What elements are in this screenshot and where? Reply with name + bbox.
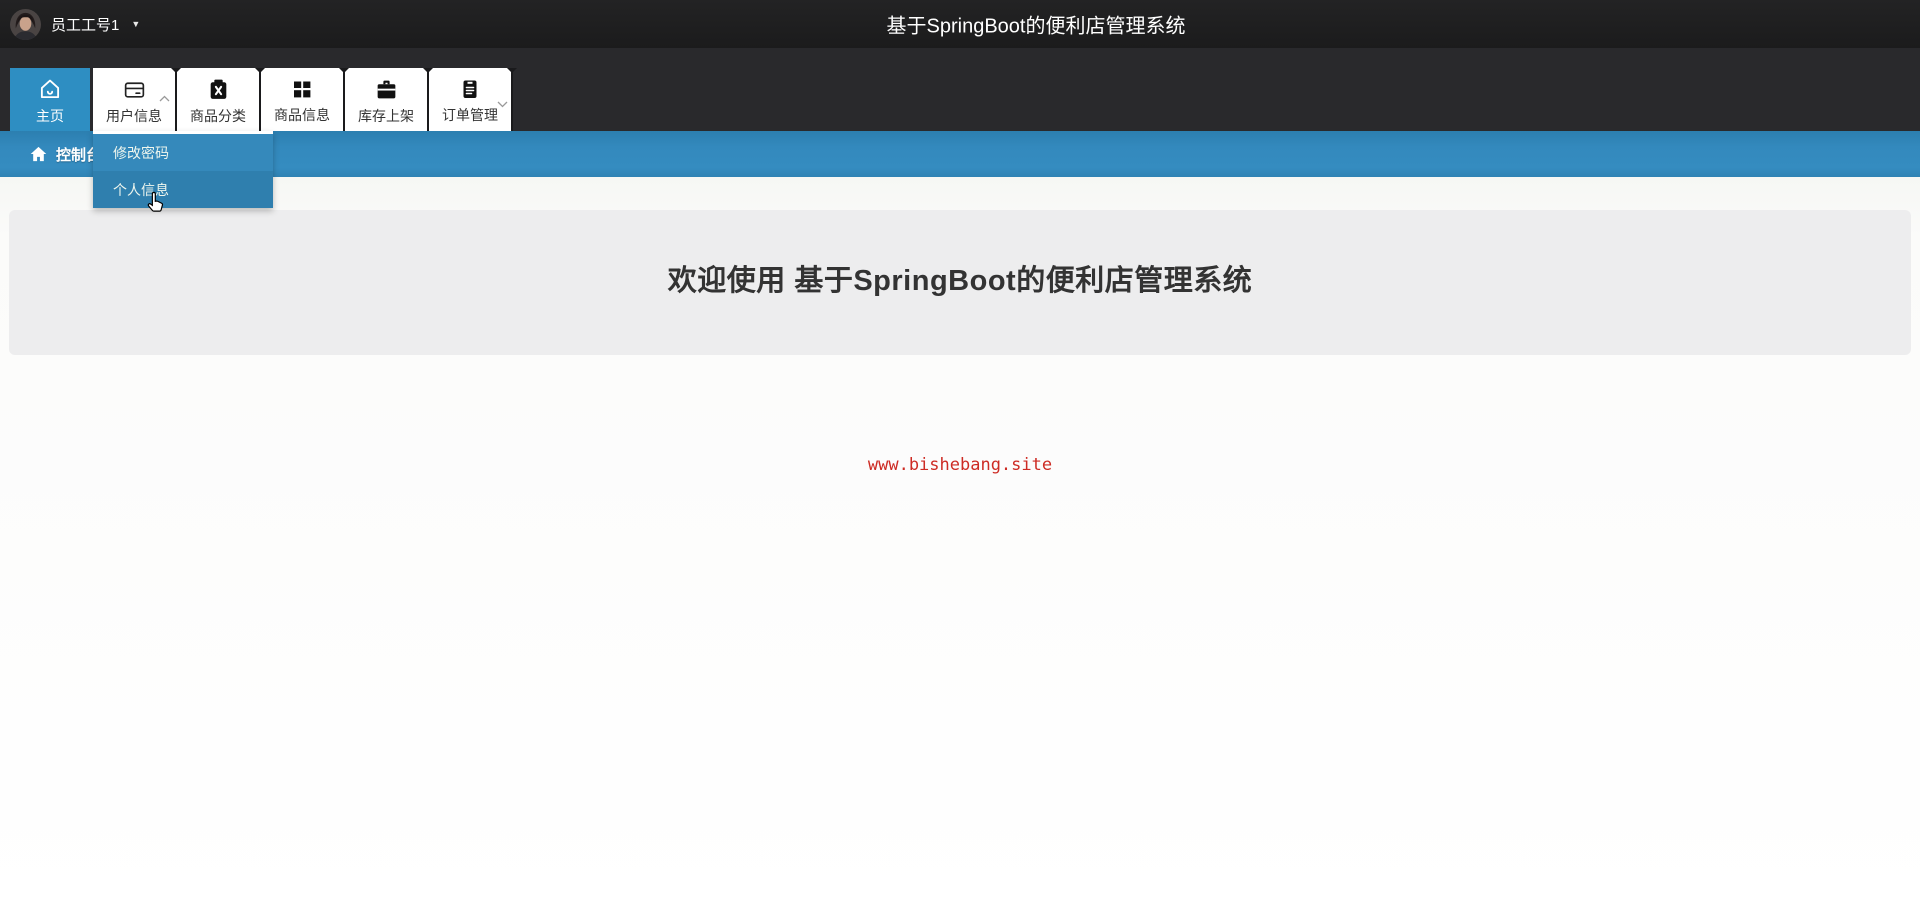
chevron-down-icon: [497, 101, 508, 108]
topbar: 员工工号1 ▼ 基于SpringBoot的便利店管理系统: [0, 0, 1920, 48]
category-box-icon: [210, 79, 226, 99]
nav-strip: 主页 用户信息 商品分类 商品信息 库存上架 订单管理: [0, 48, 1920, 131]
main-content: 欢迎使用 基于SpringBoot的便利店管理系统 www.bishebang.…: [0, 177, 1920, 912]
user-info-dropdown: 修改密码 个人信息: [93, 131, 273, 208]
avatar-photo: [10, 8, 41, 40]
tab-label: 商品信息: [274, 107, 330, 123]
tab-label: 用户信息: [106, 107, 162, 124]
grid-icon: [294, 81, 311, 98]
nav-tabs: 主页 用户信息 商品分类 商品信息 库存上架 订单管理: [10, 68, 517, 131]
tab-label: 主页: [36, 108, 64, 124]
site-link[interactable]: www.bishebang.site: [0, 455, 1920, 475]
user-menu[interactable]: 员工工号1 ▼: [0, 8, 141, 40]
tab-inventory[interactable]: 库存上架: [345, 68, 433, 131]
app-title: 基于SpringBoot的便利店管理系统: [886, 15, 1186, 38]
tab-orders[interactable]: 订单管理: [429, 68, 517, 131]
tab-label: 订单管理: [442, 107, 498, 123]
tab-label: 库存上架: [358, 107, 414, 124]
tab-user-info[interactable]: 用户信息: [93, 68, 181, 131]
tab-label: 商品分类: [190, 107, 246, 124]
avatar[interactable]: [10, 8, 41, 40]
tab-home[interactable]: 主页: [10, 68, 90, 131]
breadcrumb-bar: 控制台: [0, 131, 1920, 177]
home-icon: [40, 79, 60, 99]
chevron-up-icon: [159, 95, 170, 102]
menu-item-change-password[interactable]: 修改密码: [93, 134, 273, 171]
home-icon: [30, 146, 47, 162]
welcome-panel: 欢迎使用 基于SpringBoot的便利店管理系统: [9, 210, 1911, 355]
tab-product-category[interactable]: 商品分类: [177, 68, 265, 131]
welcome-heading: 欢迎使用 基于SpringBoot的便利店管理系统: [667, 265, 1253, 297]
id-card-icon: [124, 81, 144, 98]
breadcrumb[interactable]: 控制台: [30, 144, 101, 165]
tab-product-info[interactable]: 商品信息: [261, 68, 349, 131]
clipboard-icon: [463, 80, 477, 98]
caret-down-icon: ▼: [131, 19, 141, 29]
menu-item-personal-info[interactable]: 个人信息: [93, 171, 273, 208]
briefcase-icon: [377, 80, 395, 98]
user-name[interactable]: 员工工号1: [51, 14, 119, 35]
